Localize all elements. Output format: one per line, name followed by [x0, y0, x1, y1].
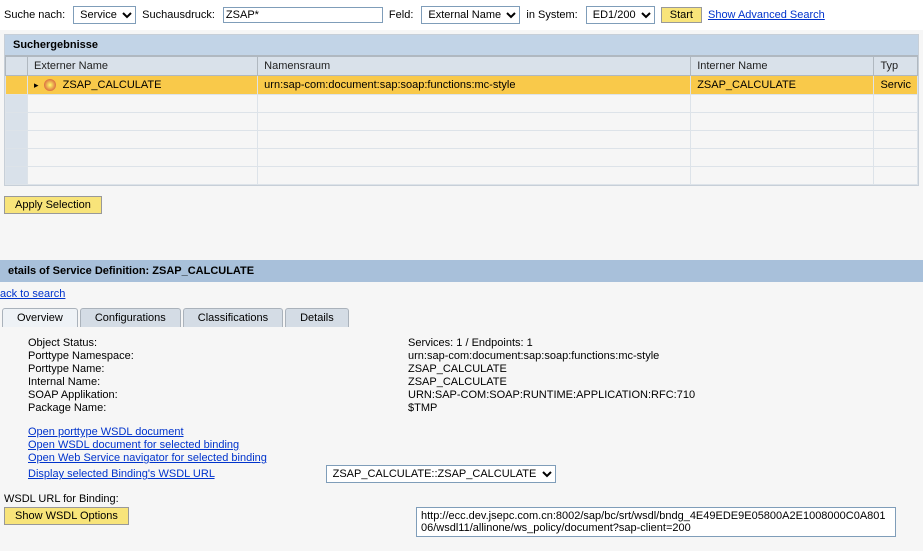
row-handle[interactable] [6, 76, 28, 95]
back-to-search-link[interactable]: ack to search [0, 282, 65, 304]
apply-selection-button[interactable]: Apply Selection [4, 196, 102, 214]
search-for-select[interactable]: Service [73, 6, 136, 24]
wsdl-url-value[interactable]: http://ecc.dev.jsepc.com.cn:8002/sap/bc/… [416, 507, 896, 537]
value-object-status: Services: 1 / Endpoints: 1 [408, 337, 533, 349]
cell-ns: urn:sap-com:document:sap:soap:functions:… [258, 76, 691, 95]
start-button[interactable]: Start [661, 7, 702, 23]
col-int[interactable]: Interner Name [691, 57, 874, 76]
label-porttype-ns: Porttype Namespace: [28, 350, 408, 362]
value-package: $TMP [408, 402, 437, 414]
cell-typ: Servic [874, 76, 918, 95]
tab-classifications[interactable]: Classifications [183, 308, 283, 327]
service-icon [44, 79, 56, 91]
search-expression-input[interactable] [223, 7, 383, 23]
tab-overview[interactable]: Overview [2, 308, 78, 327]
col-handle [6, 57, 28, 76]
cell-ext: ▸ ZSAP_CALCULATE [28, 76, 258, 95]
expand-icon[interactable]: ▸ [34, 80, 39, 91]
binding-select[interactable]: ZSAP_CALCULATE::ZSAP_CALCULATE [326, 465, 556, 483]
table-row[interactable] [6, 167, 918, 185]
results-table: Externer Name Namensraum Interner Name T… [5, 56, 918, 185]
label-field: Feld: [389, 9, 413, 21]
table-row[interactable] [6, 95, 918, 113]
label-expression: Suchausdruck: [142, 9, 215, 21]
system-select[interactable]: ED1/200 [586, 6, 655, 24]
tab-configurations[interactable]: Configurations [80, 308, 181, 327]
results-title: Suchergebnisse [5, 35, 918, 56]
ext-name: ZSAP_CALCULATE [63, 79, 162, 91]
value-internal-name: ZSAP_CALCULATE [408, 376, 507, 388]
details-header: etails of Service Definition: ZSAP_CALCU… [0, 260, 923, 282]
tab-bar: Overview Configurations Classifications … [2, 308, 923, 327]
label-porttype-name: Porttype Name: [28, 363, 408, 375]
table-row[interactable] [6, 113, 918, 131]
value-porttype-name: ZSAP_CALCULATE [408, 363, 507, 375]
label-package: Package Name: [28, 402, 408, 414]
results-panel: Suchergebnisse Externer Name Namensraum … [4, 34, 919, 186]
open-ws-navigator-link[interactable]: Open Web Service navigator for selected … [28, 452, 923, 464]
label-internal-name: Internal Name: [28, 376, 408, 388]
search-bar: Suche nach: Service Suchausdruck: Feld: … [0, 0, 923, 30]
label-search-for: Suche nach: [4, 9, 65, 21]
col-ns[interactable]: Namensraum [258, 57, 691, 76]
display-binding-wsdl-url-link[interactable]: Display selected Binding's WSDL URL [28, 468, 215, 480]
col-ext[interactable]: Externer Name [28, 57, 258, 76]
label-object-status: Object Status: [28, 337, 408, 349]
label-in-system: in System: [526, 9, 577, 21]
field-select[interactable]: External Name [421, 6, 520, 24]
advanced-search-link[interactable]: Show Advanced Search [708, 9, 825, 21]
wsdl-url-label: WSDL URL for Binding: [4, 493, 923, 505]
open-wsdl-binding-link[interactable]: Open WSDL document for selected binding [28, 439, 923, 451]
value-soap-app: URN:SAP-COM:SOAP:RUNTIME:APPLICATION:RFC… [408, 389, 695, 401]
show-wsdl-options-button[interactable]: Show WSDL Options [4, 507, 129, 525]
label-soap-app: SOAP Applikation: [28, 389, 408, 401]
col-typ[interactable]: Typ [874, 57, 918, 76]
cell-int: ZSAP_CALCULATE [691, 76, 874, 95]
value-porttype-ns: urn:sap-com:document:sap:soap:functions:… [408, 350, 659, 362]
open-porttype-wsdl-link[interactable]: Open porttype WSDL document [28, 426, 923, 438]
table-row[interactable] [6, 131, 918, 149]
table-row[interactable]: ▸ ZSAP_CALCULATE urn:sap-com:document:sa… [6, 76, 918, 95]
table-row[interactable] [6, 149, 918, 167]
tab-details[interactable]: Details [285, 308, 349, 327]
